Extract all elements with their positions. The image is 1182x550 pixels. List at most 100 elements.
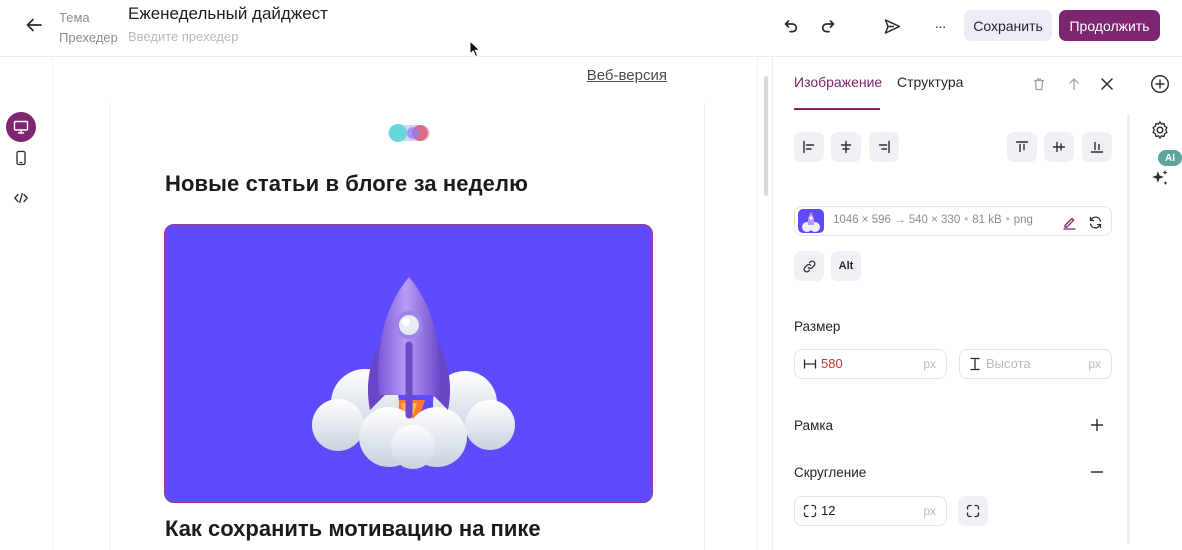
select-parent-button[interactable] [1062,72,1086,96]
corners-icon [966,504,980,518]
add-block-button[interactable] [1148,72,1172,96]
radius-field: px [794,496,947,526]
ai-assistant-button[interactable] [1148,166,1172,190]
valign-top-button[interactable] [1007,132,1037,162]
remove-radius-button[interactable] [1085,460,1109,484]
mobile-view-button[interactable] [6,143,36,173]
mouse-cursor-icon [469,40,481,58]
height-unit: px [1088,357,1101,371]
code-view-button[interactable] [6,183,36,213]
article-heading-1[interactable]: Новые статьи в блоге за неделю [165,171,528,197]
align-left-button[interactable] [794,132,824,162]
close-icon [1101,78,1113,90]
radius-section-label: Скругление [794,465,867,480]
delete-block-button[interactable] [1027,72,1051,96]
image-thumbnail[interactable] [798,209,824,233]
image-format: png [1013,214,1033,226]
redo-icon [821,20,835,33]
email-body: Новые статьи в блоге за неделю Как сохра… [109,102,705,550]
undo-icon [784,20,798,33]
align-middle-icon [1052,141,1066,153]
subject-label: Тема [59,10,90,25]
corner-radius-icon [803,504,817,518]
align-top-icon [1015,141,1029,153]
sparkles-icon [1152,170,1168,185]
plus-circle-icon [1150,74,1170,94]
align-left-icon [803,140,815,154]
individual-corners-button[interactable] [958,496,988,526]
image-size: 81 kB [972,214,1002,226]
image-link-button[interactable] [794,251,824,281]
radius-input[interactable] [821,503,916,518]
view-switcher [0,57,44,550]
height-field: px [959,349,1112,379]
close-panel-button[interactable] [1095,72,1119,96]
align-center-button[interactable] [831,132,861,162]
image-file-row: 1046 × 596 → 540 × 330 • 81 kB • png [794,206,1112,236]
web-version-link[interactable]: Веб-версия [587,67,667,84]
link-icon [803,260,815,272]
gear-icon [1152,121,1168,139]
subject-field[interactable]: Еженедельный дайджест [128,3,388,25]
brand-logo-icon [388,124,430,142]
edit-image-button[interactable] [1057,210,1081,234]
monitor-icon [13,120,29,134]
arrow-left-icon [26,18,42,32]
plus-icon [1090,418,1104,432]
smartphone-icon [16,150,26,166]
active-tab-indicator [794,108,880,110]
image-file-info: 1046 × 596 → 540 × 330 • 81 kB • png [833,214,1033,226]
width-icon [803,359,817,369]
radius-unit: px [923,504,936,518]
valign-bottom-button[interactable] [1082,132,1112,162]
align-center-icon [840,140,852,154]
align-right-button[interactable] [869,132,899,162]
tab-structure[interactable]: Структура [897,74,963,90]
ai-badge: AI [1158,150,1182,166]
height-input[interactable] [986,356,1081,371]
size-section-label: Размер [794,319,841,334]
height-icon [970,357,980,371]
alt-text-button[interactable]: Alt [831,251,861,281]
refresh-icon [1089,215,1101,229]
back-button[interactable] [20,11,48,39]
top-bar: Тема Прехедер Еженедельный дайджест ··· … [0,0,1182,57]
align-bottom-icon [1090,141,1104,153]
email-canvas[interactable]: Веб-версия Новые статьи в блоге за недел… [52,58,758,550]
width-unit: px [923,357,936,371]
add-border-button[interactable] [1085,413,1109,437]
pencil-icon [1062,217,1076,230]
minus-icon [1090,471,1104,473]
article-heading-2[interactable]: Как сохранить мотивацию на пике [165,516,541,542]
meta-values: Еженедельный дайджест [128,3,388,45]
send-test-button[interactable] [879,13,905,39]
replace-image-button[interactable] [1083,210,1107,234]
border-section-label: Рамка [794,418,834,433]
code-icon [14,192,28,204]
image-dimensions: 1046 × 596 → 540 × 330 [833,214,961,226]
preheader-label: Прехедер [59,30,118,45]
panel-scrollbar[interactable] [1127,114,1130,544]
redo-button[interactable] [816,13,842,39]
desktop-view-button[interactable] [6,112,36,142]
arrow-up-icon [1069,78,1079,91]
meta-labels: Тема Прехедер [59,8,118,48]
undo-button[interactable] [777,13,803,39]
properties-panel: Изображение Структура 1046 × 596 → 540 ×… [772,58,1132,550]
more-button[interactable]: ··· [927,13,953,39]
preheader-input[interactable] [128,28,388,45]
valign-middle-button[interactable] [1044,132,1074,162]
canvas-scrollbar[interactable] [764,76,768,196]
rocket-thumbnail-icon [802,212,820,232]
width-input[interactable] [821,356,916,371]
settings-button[interactable] [1148,118,1172,142]
save-button[interactable]: Сохранить [964,10,1052,41]
width-field: px [794,349,947,379]
trash-icon [1034,78,1044,91]
rocket-illustration-icon [312,277,515,469]
send-icon [884,18,900,34]
tab-image[interactable]: Изображение [794,74,882,90]
align-right-icon [878,140,890,154]
continue-button[interactable]: Продолжить [1059,10,1160,41]
hero-image[interactable] [164,224,653,503]
